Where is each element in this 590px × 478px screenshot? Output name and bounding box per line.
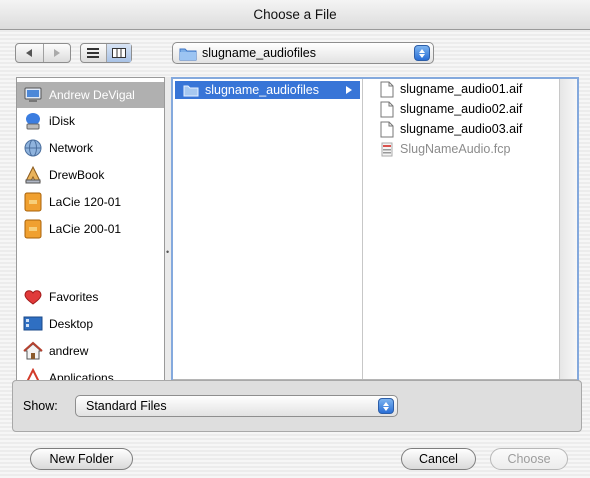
file-item[interactable]: slugname_audio01.aif	[380, 79, 560, 99]
sidebar: Andrew DeVigal iDisk Network DrewBook La…	[16, 77, 165, 402]
sidebar-item-favorites[interactable]: Favorites	[17, 284, 164, 310]
idisk-icon	[26, 113, 40, 130]
back-arrow-icon	[26, 49, 33, 57]
file-name: slugname_audio01.aif	[400, 82, 523, 96]
sidebar-item-label: Desktop	[49, 317, 94, 331]
file-name: SlugNameAudio.fcp	[400, 142, 511, 156]
view-mode-control	[80, 43, 132, 63]
back-button[interactable]	[16, 44, 43, 62]
file-name: slugname_audio03.aif	[400, 122, 523, 136]
column-view-button[interactable]	[105, 44, 131, 62]
column-view-icon	[111, 48, 126, 58]
list-view-button[interactable]	[81, 44, 106, 62]
sidebar-item-andrew[interactable]: andrew	[17, 338, 164, 364]
folder-name: slugname_audiofiles	[205, 83, 319, 97]
show-panel: Show: Standard Files	[12, 380, 582, 432]
sidebar-item-label: andrew	[49, 344, 89, 358]
sidebar-item-network[interactable]: Network	[17, 135, 164, 161]
popup-stepper-icon	[378, 398, 394, 414]
file-item[interactable]: slugname_audio02.aif	[380, 99, 560, 119]
forward-arrow-icon	[53, 49, 60, 57]
home-icon	[23, 341, 43, 360]
sidebar-item-lacie-200[interactable]: LaCie 200-01	[17, 216, 164, 242]
file-item[interactable]: slugname_audio03.aif	[380, 119, 560, 139]
sidebar-item-desktop[interactable]: Desktop	[17, 311, 164, 337]
path-popup-label: slugname_audiofiles	[202, 46, 316, 60]
forward-button[interactable]	[42, 44, 71, 62]
vertical-scrollbar[interactable]	[559, 79, 577, 379]
browser-column-1: slugname_audiofiles	[173, 79, 363, 379]
sidebar-item-label: LaCie 200-01	[49, 222, 122, 236]
sidebar-item-drewbook[interactable]: DrewBook	[17, 162, 164, 188]
document-icon	[380, 101, 394, 117]
computer-icon	[24, 87, 42, 102]
new-folder-button[interactable]: New Folder	[30, 448, 133, 470]
path-popup[interactable]: slugname_audiofiles	[172, 42, 434, 64]
sidebar-item-label: DrewBook	[49, 168, 105, 182]
sidebar-item-andrew-devigal[interactable]: Andrew DeVigal	[17, 82, 164, 108]
sidebar-item-label: iDisk	[49, 114, 75, 128]
show-label: Show:	[23, 399, 58, 413]
back-forward-control	[15, 43, 71, 63]
sidebar-divider	[17, 252, 164, 253]
folder-icon	[179, 48, 197, 60]
document-icon	[380, 121, 394, 137]
sidebar-item-label: Andrew DeVigal	[49, 88, 135, 102]
sidebar-item-label: LaCie 120-01	[49, 195, 122, 209]
drewbook-disk-icon	[25, 165, 41, 184]
sidebar-item-idisk[interactable]: iDisk	[17, 108, 164, 134]
document-icon	[380, 81, 394, 97]
popup-stepper-icon	[414, 45, 430, 61]
show-popup[interactable]: Standard Files	[75, 395, 398, 417]
window-title: Choose a File	[0, 0, 590, 30]
splitter-grip-icon: •	[166, 247, 170, 257]
sidebar-item-lacie-120[interactable]: LaCie 120-01	[17, 189, 164, 215]
show-popup-value: Standard Files	[86, 399, 167, 413]
disclosure-arrow-icon	[346, 86, 352, 94]
network-globe-icon	[24, 139, 42, 157]
heart-icon	[24, 290, 42, 305]
external-drive-icon	[24, 192, 42, 212]
folder-icon	[183, 85, 199, 96]
desktop-icon	[23, 316, 43, 331]
choose-button[interactable]: Choose	[490, 448, 568, 470]
folder-row-selected[interactable]: slugname_audiofiles	[175, 81, 360, 99]
file-name: slugname_audio02.aif	[400, 102, 523, 116]
sidebar-item-label: Favorites	[49, 290, 99, 304]
file-dialog: slugname_audiofiles Andrew DeVigal iDisk	[0, 30, 590, 478]
sidebar-item-label: Network	[49, 141, 94, 155]
file-item-disabled: SlugNameAudio.fcp	[380, 139, 560, 159]
column-browser: slugname_audiofiles slugname_audio01.aif…	[171, 77, 579, 402]
external-drive-icon	[24, 219, 42, 239]
cancel-button[interactable]: Cancel	[401, 448, 476, 470]
fcp-project-icon	[381, 142, 393, 156]
browser-column-2: slugname_audio01.aif slugname_audio02.ai…	[364, 79, 559, 379]
list-view-icon	[87, 48, 100, 58]
